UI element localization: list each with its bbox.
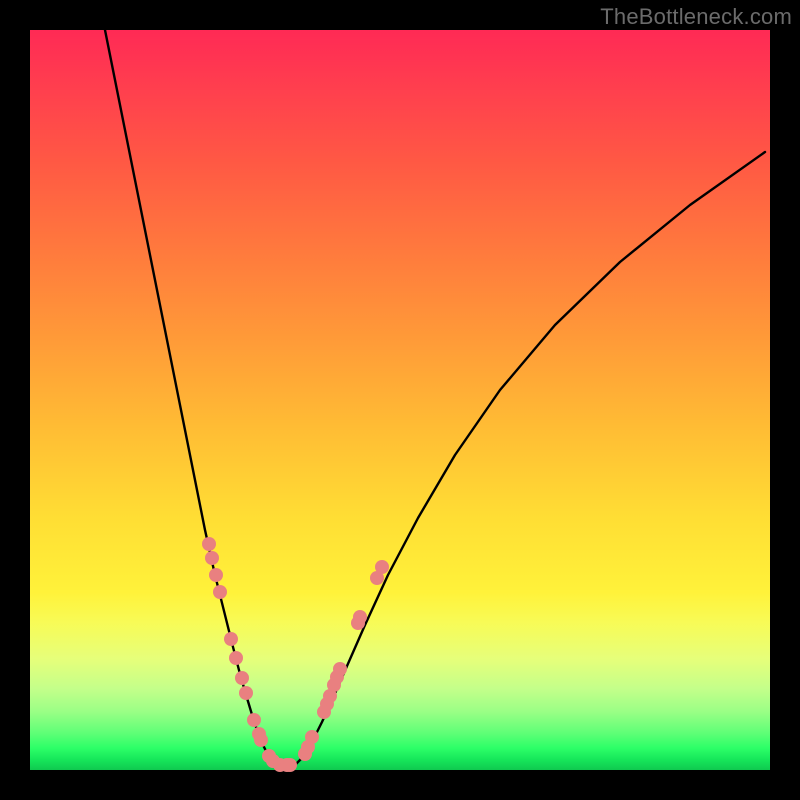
data-dots bbox=[202, 537, 389, 772]
right-curve bbox=[295, 152, 765, 765]
chart-svg bbox=[30, 30, 770, 770]
left-curve bbox=[105, 30, 277, 765]
outer-frame: TheBottleneck.com bbox=[0, 0, 800, 800]
watermark-text: TheBottleneck.com bbox=[600, 4, 792, 30]
